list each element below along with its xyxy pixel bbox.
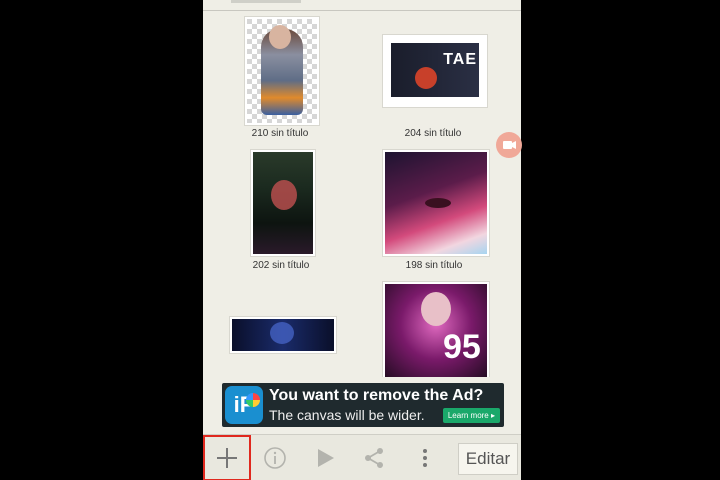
ad-banner[interactable]: iP You want to remove the Ad? The canvas… [222, 383, 504, 427]
tab-indicator [231, 0, 301, 3]
artwork-thumbnail[interactable] [230, 317, 336, 353]
artwork-thumbnail[interactable] [251, 150, 315, 256]
info-icon [264, 447, 286, 469]
top-tab-strip [203, 0, 521, 11]
plus-icon [217, 448, 237, 468]
artwork-art-text: 95 [443, 328, 481, 366]
phone-screen: 210 sin título TAE 204 sin título 202 si… [203, 0, 521, 480]
bottom-toolbar: Editar [203, 434, 521, 480]
screen-recorder-camera-icon[interactable] [496, 132, 522, 158]
ad-headline: You want to remove the Ad? [269, 387, 484, 404]
share-button[interactable] [358, 435, 390, 480]
artwork-caption: 204 sin título [404, 128, 462, 139]
play-button[interactable] [309, 435, 341, 480]
artwork-caption: 210 sin título [251, 128, 309, 139]
edit-button[interactable]: Editar [458, 443, 518, 475]
ad-subline: The canvas will be wider. [269, 407, 425, 423]
ad-learn-more-button[interactable]: Learn more ▸ [442, 408, 500, 423]
artwork-gallery[interactable]: 210 sin título TAE 204 sin título 202 si… [203, 11, 521, 377]
info-button[interactable] [259, 435, 291, 480]
more-vertical-icon [423, 449, 427, 467]
ibispaint-logo-icon: iP [225, 386, 263, 424]
add-artwork-button[interactable] [203, 435, 251, 480]
artwork-thumbnail[interactable] [383, 150, 489, 256]
artwork-thumbnail[interactable]: 95 [383, 282, 489, 377]
artwork-thumbnail[interactable]: TAE [383, 35, 487, 107]
share-icon [365, 448, 383, 468]
artwork-thumbnail[interactable] [245, 17, 319, 125]
artwork-caption: 202 sin título [252, 260, 310, 271]
more-options-button[interactable] [411, 435, 439, 480]
play-icon [318, 449, 334, 467]
artwork-art-text: TAE [443, 51, 477, 68]
artwork-caption: 198 sin título [405, 260, 463, 271]
